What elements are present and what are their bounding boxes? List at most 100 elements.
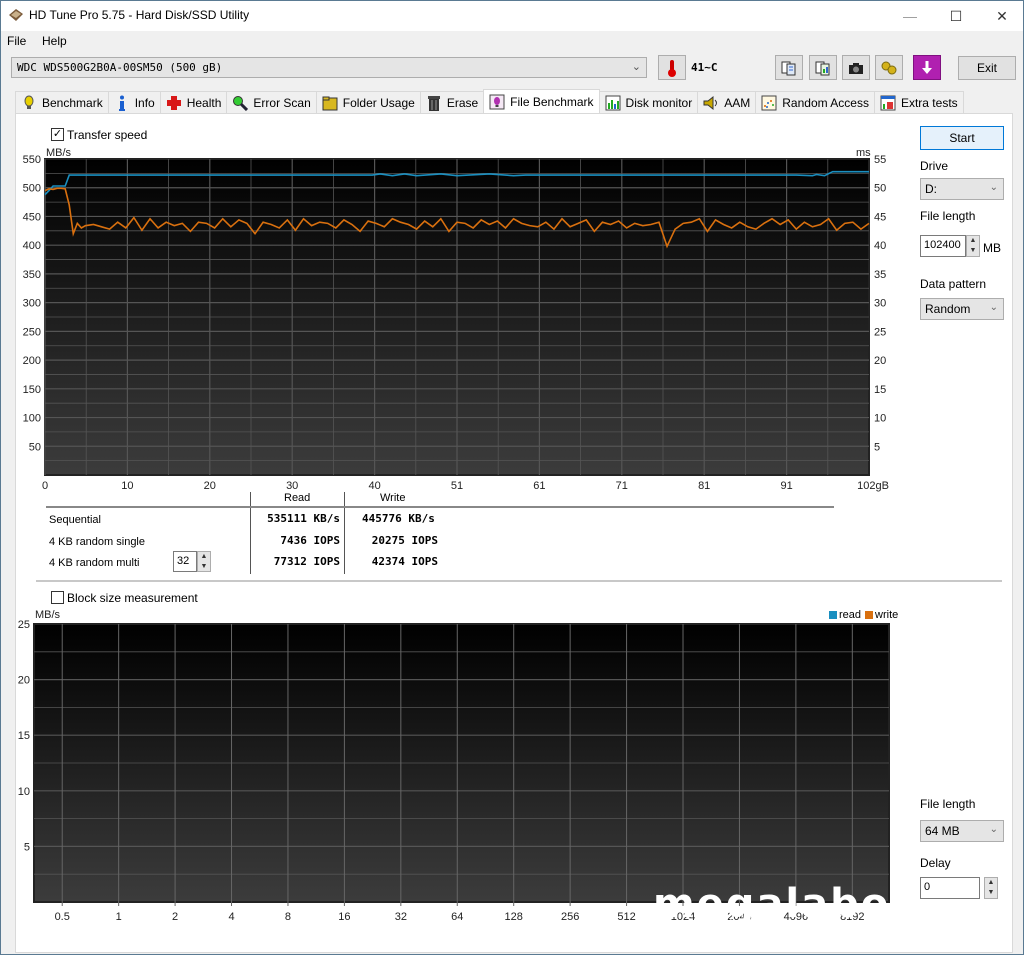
tab-file-benchmark[interactable]: File Benchmark [483, 89, 600, 113]
toolbar: WDC WDS500G2B0A-00SM50 (500 gB) ⌄ 41~C E… [1, 51, 1023, 87]
block-file-length-combo[interactable]: 64 MB ⌄ [920, 820, 1004, 842]
y-tick-label: 50 [29, 441, 41, 453]
data-pattern-label: Data pattern [920, 277, 987, 291]
health-cross-icon [166, 95, 182, 111]
y-tick-label: 100 [23, 413, 41, 425]
file-length-stepper[interactable]: ▲ ▼ [966, 235, 980, 257]
folder-icon [322, 95, 338, 111]
file-bulb-icon [489, 94, 505, 110]
row-label-4kb-multi: 4 KB random multi [49, 557, 140, 569]
temperature-button[interactable] [658, 55, 686, 80]
chevron-down-icon: ⌄ [989, 302, 998, 313]
spin-down-icon: ▼ [987, 889, 995, 896]
x-tick-label: 4 [228, 911, 234, 923]
temperature-readout: 41~C [691, 61, 718, 74]
queue-depth-stepper[interactable]: ▲ ▼ [197, 551, 211, 572]
tab-info[interactable]: Info [107, 91, 161, 113]
col-read-header: Read [284, 492, 311, 504]
drive-label: Drive [920, 159, 949, 173]
tab-folder-usage[interactable]: Folder Usage [315, 91, 421, 113]
delay-label: Delay [920, 856, 951, 870]
data-pattern-combo[interactable]: Random ⌄ [920, 298, 1004, 320]
chevron-down-icon: ⌄ [631, 61, 641, 73]
x-tick-label: 128 [505, 911, 523, 923]
copy-info-icon [781, 61, 796, 75]
y-tick-label: 550 [23, 154, 41, 166]
header-rule [46, 506, 834, 508]
sequential-write: 445776 KB/s [362, 512, 435, 525]
spin-up-icon: ▲ [969, 237, 977, 244]
menu-file[interactable]: File [7, 34, 26, 48]
y2-tick-label: 15 [874, 384, 886, 396]
queue-depth-field[interactable]: 32 [173, 551, 197, 572]
y-tick-label: 500 [23, 183, 41, 195]
screenshot-button[interactable] [842, 55, 870, 80]
x-tick-label: 91 [780, 480, 792, 492]
bar-chart-icon [605, 95, 621, 111]
delay-field[interactable]: 0 [920, 877, 980, 899]
tab-label: Benchmark [42, 95, 103, 110]
x-tick-label: 61 [533, 480, 545, 492]
y-tick-label: 250 [23, 326, 41, 338]
delay-stepper[interactable]: ▲ ▼ [984, 877, 998, 899]
x-tick-label: 0.5 [55, 911, 70, 923]
tab-erase[interactable]: Erase [419, 91, 485, 113]
x-tick-label: 64 [451, 911, 463, 923]
x-tick-label: 256 [561, 911, 579, 923]
tab-random-access[interactable]: Random Access [755, 91, 875, 113]
copy-info-button[interactable] [775, 55, 803, 80]
down-arrow-icon [922, 60, 932, 74]
trash-icon [426, 95, 442, 111]
tab-disk-monitor[interactable]: Disk monitor [598, 91, 699, 113]
menu-bar: File Help [1, 31, 1023, 51]
transfer-speed-chart: 5505004504003503002502001501005055504540… [23, 154, 889, 492]
x-tick-label: 20 [204, 480, 216, 492]
x-tick-label: 32 [395, 911, 407, 923]
tab-health[interactable]: Health [159, 91, 228, 113]
y2-tick-label: 40 [874, 240, 886, 252]
tab-error-scan[interactable]: Error Scan [226, 91, 317, 113]
drive-select[interactable]: WDC WDS500G2B0A-00SM50 (500 gB) ⌄ [11, 57, 647, 78]
y2-tick-label: 5 [874, 441, 880, 453]
drive-combo-value: D: [925, 182, 937, 196]
block-size-checkbox[interactable] [51, 591, 64, 604]
y-tick-label: 15 [18, 730, 30, 742]
4kb-single-write: 20275 IOPS [371, 534, 438, 547]
save-button[interactable] [913, 55, 941, 80]
options-icon [881, 61, 897, 74]
copy-results-button[interactable] [809, 55, 837, 80]
menu-help[interactable]: Help [42, 34, 67, 48]
tab-extra-tests[interactable]: Extra tests [873, 91, 964, 113]
y2-tick-label: 45 [874, 211, 886, 223]
y-tick-label: 200 [23, 355, 41, 367]
block-size-label: Block size measurement [67, 591, 198, 605]
close-button[interactable]: ✕ [979, 1, 1024, 31]
tab-benchmark[interactable]: Benchmark [15, 91, 109, 113]
y-tick-label: 20 [18, 675, 30, 687]
block-file-length-value: 64 MB [925, 824, 960, 838]
x-tick-label: 0 [42, 480, 48, 492]
tab-label: Erase [446, 95, 479, 110]
y-tick-label: 150 [23, 384, 41, 396]
title-bar: HD Tune Pro 5.75 - Hard Disk/SSD Utility… [1, 1, 1023, 31]
x-tick-label: 8 [285, 911, 291, 923]
y-tick-label: 5 [24, 841, 30, 853]
4kb-multi-read: 77312 IOPS [273, 555, 340, 568]
y2-tick-label: 55 [874, 154, 886, 166]
start-button[interactable]: Start [920, 126, 1004, 150]
tab-aam[interactable]: AAM [697, 91, 757, 113]
options-button[interactable] [875, 55, 903, 80]
minimize-button[interactable]: — [887, 1, 933, 31]
file-length-field[interactable]: 102400 [920, 235, 966, 257]
exit-button[interactable]: Exit [958, 56, 1016, 80]
maximize-button[interactable]: ☐ [933, 1, 979, 31]
spin-up-icon: ▲ [200, 553, 208, 560]
4kb-multi-write: 42374 IOPS [371, 555, 438, 568]
x-tick-label: 51 [451, 480, 463, 492]
tab-label: Folder Usage [342, 95, 415, 110]
x-tick-label: 10 [121, 480, 133, 492]
drive-combo[interactable]: D: ⌄ [920, 178, 1004, 200]
magnifier-icon [232, 95, 249, 111]
row-label-4kb-single: 4 KB random single [49, 536, 145, 548]
block-file-length-label: File length [920, 797, 976, 811]
